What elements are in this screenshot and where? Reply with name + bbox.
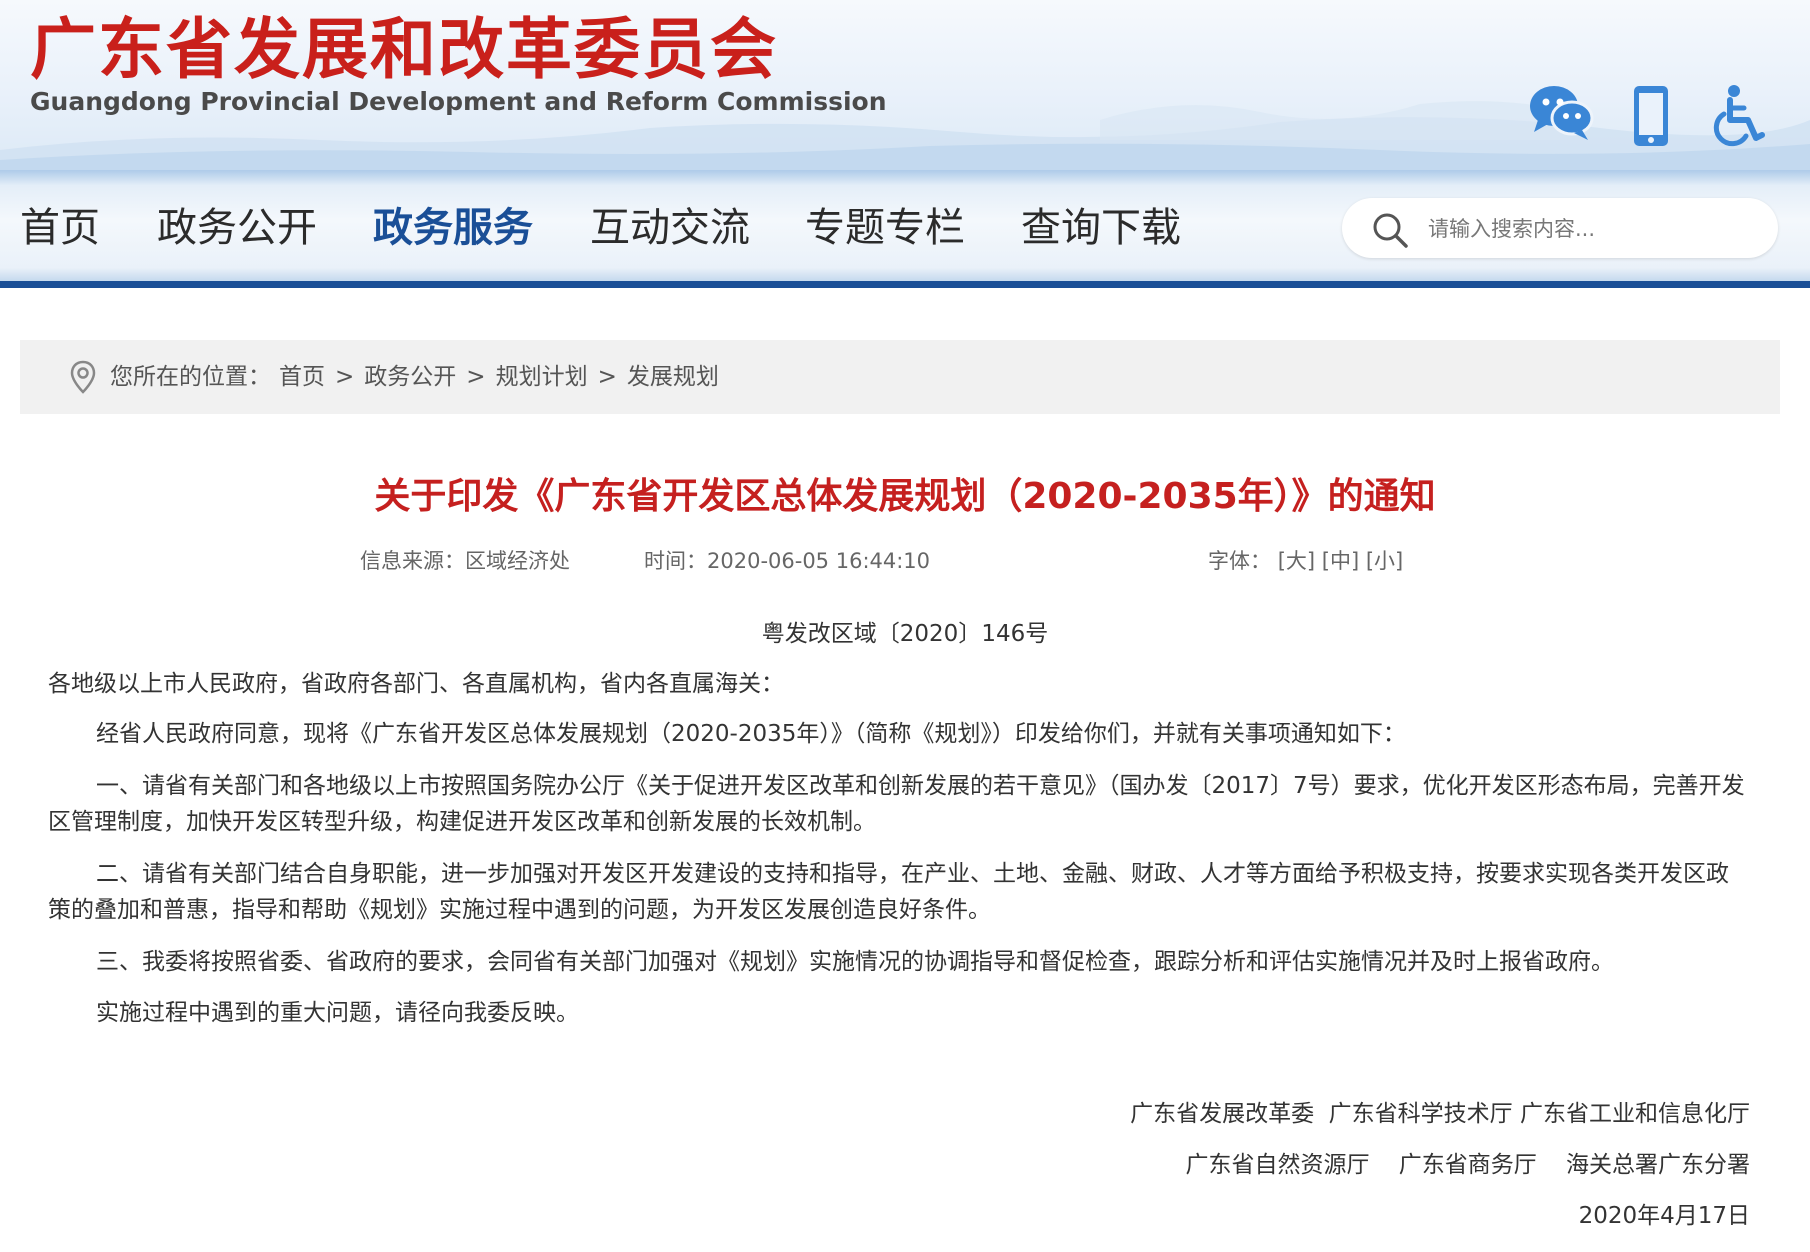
breadcrumb-trail: 您所在的位置： 首页 > 政务公开 > 规划计划 > 发展规划 — [110, 360, 719, 394]
main-nav: 首页 政务公开 政务服务 互动交流 专题专栏 查询下载 — [0, 170, 1810, 288]
signatory-line: 广东省自然资源厅 广东省商务厅 海关总署广东分署 — [1185, 1152, 1751, 1178]
article-paragraph: 二、请省有关部门结合自身职能，进一步加强对开发区开发建设的支持和指导，在产业、土… — [48, 861, 1729, 923]
article-paragraph: 实施过程中遇到的重大问题，请径向我委反映。 — [96, 1000, 579, 1026]
document-number: 粤发改区域〔2020〕146号 — [761, 621, 1049, 647]
article-paragraph: 一、请省有关部门和各地级以上市按照国务院办公厅《关于促进开发区改革和创新发展的若… — [48, 773, 1745, 835]
signatory-line: 广东省发展改革委 广东省科学技术厅 广东省工业和信息化厅 — [1130, 1101, 1750, 1127]
accessibility-icon[interactable] — [1712, 84, 1766, 152]
article-source: 信息来源：区域经济处 — [360, 549, 570, 573]
article-title: 关于印发《广东省开发区总体发展规划（2020-2035年）》的通知 — [374, 476, 1436, 517]
font-size-controls: 字体： [大] [中] [小] — [1208, 546, 1403, 576]
site-header: 广东省发展和改革委员会 Guangdong Provincial Develop… — [0, 0, 1810, 170]
nav-item-special-topics[interactable]: 专题专栏 — [805, 202, 965, 254]
search-input[interactable] — [1426, 210, 1760, 248]
breadcrumb-government-affairs[interactable]: 政务公开 — [364, 364, 456, 390]
breadcrumb-separator: > — [335, 364, 355, 390]
site-subtitle: Guangdong Provincial Development and Ref… — [30, 87, 887, 116]
font-size-medium-button[interactable]: [中] — [1322, 549, 1359, 573]
site-title: 广东省发展和改革委员会 — [30, 11, 778, 88]
font-size-small-button[interactable]: [小] — [1366, 549, 1403, 573]
nav-item-government-affairs[interactable]: 政务公开 — [157, 202, 317, 254]
article-paragraph: 三、我委将按照省委、省政府的要求，会同省有关部门加强对《规划》实施情况的协调指导… — [96, 949, 1614, 975]
font-size-label: 字体： — [1208, 549, 1271, 573]
breadcrumb-separator: > — [466, 364, 486, 390]
breadcrumb-separator: > — [597, 364, 617, 390]
breadcrumb-planning[interactable]: 规划计划 — [496, 364, 588, 390]
search-icon[interactable] — [1370, 210, 1410, 250]
wechat-icon[interactable] — [1528, 82, 1594, 146]
nav-item-interaction[interactable]: 互动交流 — [590, 202, 750, 254]
location-pin-icon — [70, 360, 96, 394]
issue-date: 2020年4月17日 — [1578, 1203, 1750, 1229]
search-box — [1342, 198, 1778, 258]
article-time: 时间：2020-06-05 16:44:10 — [644, 549, 931, 573]
nav-item-query-download[interactable]: 查询下载 — [1021, 202, 1181, 254]
nav-item-government-services[interactable]: 政务服务 — [373, 202, 533, 254]
mobile-icon[interactable] — [1632, 84, 1670, 152]
article-paragraph: 经省人民政府同意，现将《广东省开发区总体发展规划（2020-2035年）》（简称… — [96, 721, 1406, 747]
breadcrumb-home[interactable]: 首页 — [279, 364, 325, 390]
breadcrumb-label: 您所在的位置： — [110, 364, 271, 390]
breadcrumb: 您所在的位置： 首页 > 政务公开 > 规划计划 > 发展规划 — [20, 340, 1780, 414]
salutation: 各地级以上市人民政府，省政府各部门、各直属机构，省内各直属海关： — [48, 671, 784, 697]
font-size-large-button[interactable]: [大] — [1278, 549, 1315, 573]
nav-item-home[interactable]: 首页 — [20, 202, 100, 254]
breadcrumb-development-planning[interactable]: 发展规划 — [627, 364, 719, 390]
